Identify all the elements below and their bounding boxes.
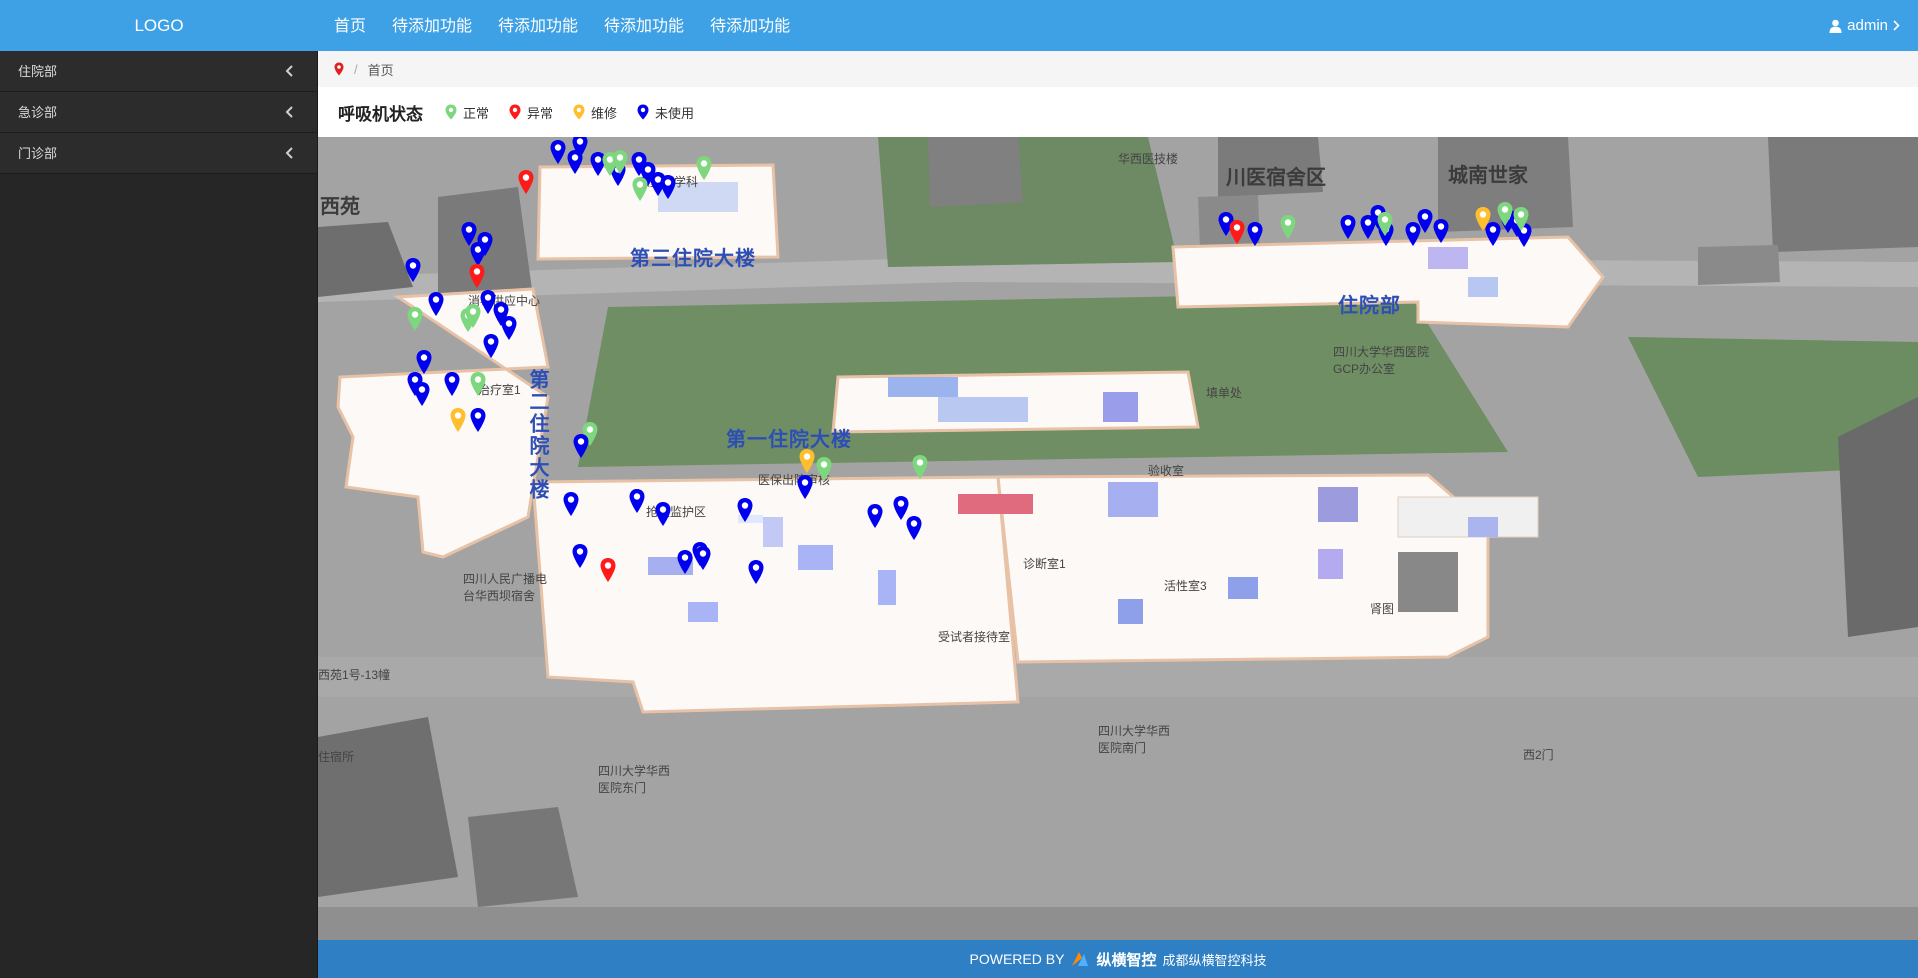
nav-item-home[interactable]: 首页 [321,0,379,51]
ventilator-pin-unused[interactable] [796,474,814,500]
ventilator-pin-unused[interactable] [500,315,518,341]
breadcrumb: / 首页 [318,51,1918,87]
ventilator-pin-normal[interactable] [406,306,424,332]
ventilator-pin-normal[interactable] [1279,214,1297,240]
legend-label: 正常 [463,105,490,121]
nav-item-placeholder-2[interactable]: 待添加功能 [485,0,591,51]
footer: POWERED BY 纵横智控 成都纵横智控科技 [318,940,1918,978]
sidebar-item-label: 急诊部 [18,105,58,120]
user-icon [1829,19,1842,33]
footer-company: 成都纵横智控科技 [1162,952,1267,968]
sidebar-item-outpatient[interactable]: 门诊部 [0,133,317,174]
blue-pin-icon [637,104,649,120]
ventilator-pin-unused[interactable] [1432,218,1450,244]
ventilator-pin-unused[interactable] [572,433,590,459]
nav-item-placeholder-4[interactable]: 待添加功能 [697,0,803,51]
ventilator-pin-unused[interactable] [1246,221,1264,247]
breadcrumb-home[interactable]: 首页 [368,60,394,79]
ventilator-pin-normal[interactable] [464,303,482,329]
legend-item-repair: 维修 [573,103,617,122]
ventilator-pin-normal[interactable] [1376,211,1394,237]
ventilator-pin-normal[interactable] [1512,206,1530,232]
ventilator-pin-abnormal[interactable] [468,263,486,289]
ventilator-pin-unused[interactable] [659,174,677,200]
top-nav: 首页 待添加功能 待添加功能 待添加功能 待添加功能 [321,0,803,51]
ventilator-pin-repair[interactable] [449,407,467,433]
ventilator-status-legend: 呼吸机状态 正常 异常 维修 未使用 [318,87,1918,137]
chevron-left-icon [285,147,293,159]
ventilator-pin-normal[interactable] [911,454,929,480]
legend-title: 呼吸机状态 [338,104,423,124]
ventilator-pin-unused[interactable] [654,501,672,527]
sidebar-item-label: 门诊部 [18,146,58,161]
legend-item-normal: 正常 [445,103,489,122]
ventilator-pin-unused[interactable] [404,257,422,283]
user-menu[interactable]: admin [1829,0,1900,51]
legend-label: 未使用 [655,105,695,121]
nav-item-placeholder-3[interactable]: 待添加功能 [591,0,697,51]
top-header: LOGO 首页 待添加功能 待添加功能 待添加功能 待添加功能 admin [0,0,1918,51]
legend-item-abnormal: 异常 [509,103,553,122]
sidebar-item-label: 住院部 [18,64,58,79]
ventilator-pin-unused[interactable] [482,333,500,359]
footer-brand: 纵横智控 [1096,951,1157,969]
sidebar: 住院部 急诊部 门诊部 [0,51,318,978]
chevron-left-icon [285,106,293,118]
ventilator-pin-normal[interactable] [611,149,629,175]
ventilator-pin-unused[interactable] [694,545,712,571]
app-root: LOGO 首页 待添加功能 待添加功能 待添加功能 待添加功能 admin 住院… [0,0,1918,978]
ventilator-pin-unused[interactable] [747,559,765,585]
legend-label: 维修 [591,105,618,121]
ventilator-pins [318,137,1918,940]
ventilator-pin-unused[interactable] [866,503,884,529]
brand-logo-icon [1072,952,1089,966]
main-content: / 首页 呼吸机状态 正常 异常 维修 未使用 第三住院大楼 第二住院大楼 第一… [318,51,1918,978]
chevron-left-icon [285,65,293,77]
chevron-right-icon [1893,20,1900,31]
logo[interactable]: LOGO [0,0,318,51]
ventilator-pin-normal[interactable] [631,176,649,202]
sidebar-item-inpatient[interactable]: 住院部 [0,51,317,92]
legend-item-unused: 未使用 [637,103,694,122]
nav-item-placeholder-1[interactable]: 待添加功能 [379,0,485,51]
sidebar-item-emergency[interactable]: 急诊部 [0,92,317,133]
ventilator-pin-normal[interactable] [695,155,713,181]
ventilator-pin-abnormal[interactable] [599,557,617,583]
user-name: admin [1847,17,1888,34]
ventilator-pin-unused[interactable] [562,491,580,517]
ventilator-pin-unused[interactable] [549,139,567,165]
breadcrumb-separator: / [354,61,358,77]
ventilator-pin-unused[interactable] [427,291,445,317]
ventilator-pin-unused[interactable] [905,515,923,541]
red-pin-icon [509,104,521,120]
ventilator-pin-normal[interactable] [815,456,833,482]
ventilator-pin-abnormal[interactable] [517,169,535,195]
ventilator-pin-normal[interactable] [469,371,487,397]
footer-powered-by: POWERED BY [969,951,1065,967]
ventilator-pin-unused[interactable] [1339,214,1357,240]
yellow-pin-icon [573,104,585,120]
ventilator-pin-unused[interactable] [628,488,646,514]
ventilator-pin-unused[interactable] [571,543,589,569]
hospital-map[interactable]: 第三住院大楼 第二住院大楼 第一住院大楼 住院部 西苑 川医宿舍区 城南世家 华… [318,137,1918,940]
ventilator-pin-unused[interactable] [476,231,494,257]
ventilator-pin-repair[interactable] [1474,206,1492,232]
ventilator-pin-repair[interactable] [798,448,816,474]
ventilator-pin-unused[interactable] [413,381,431,407]
ventilator-pin-unused[interactable] [736,497,754,523]
legend-label: 异常 [527,105,554,121]
location-pin-icon [334,62,344,76]
ventilator-pin-unused[interactable] [571,137,589,159]
ventilator-pin-unused[interactable] [443,371,461,397]
green-pin-icon [445,104,457,120]
ventilator-pin-unused[interactable] [469,407,487,433]
ventilator-pin-abnormal[interactable] [1228,219,1246,245]
